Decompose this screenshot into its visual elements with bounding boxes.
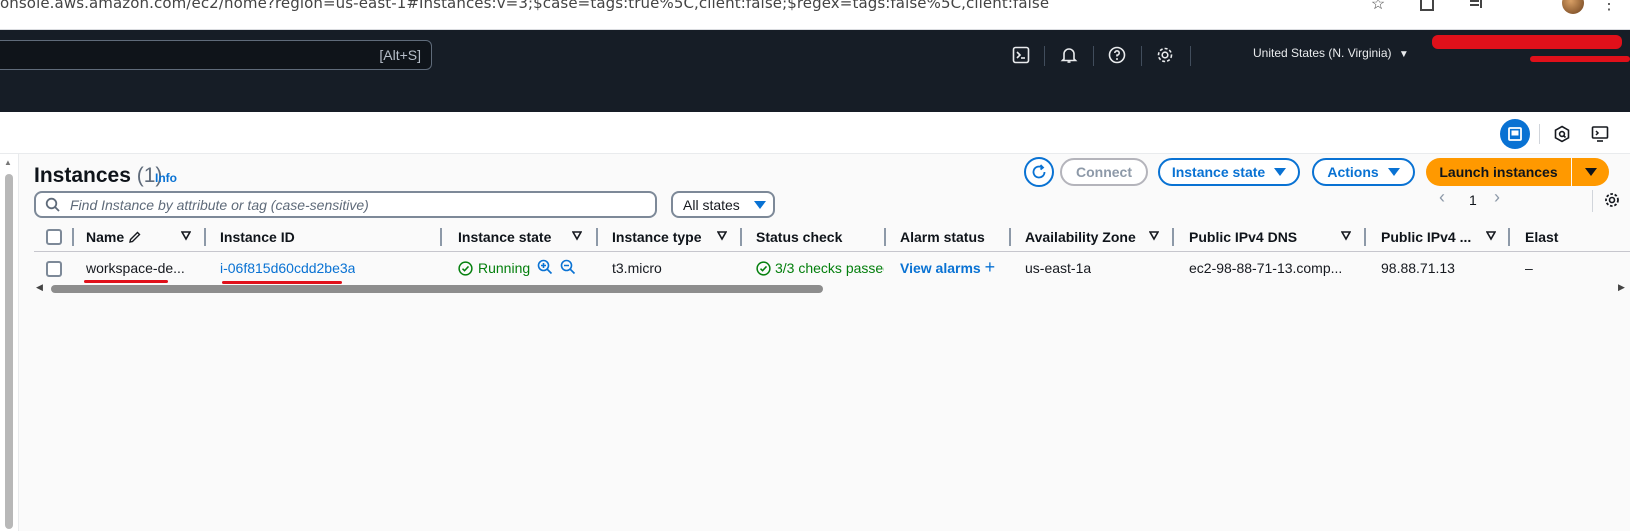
- connect-label: Connect: [1076, 164, 1132, 180]
- region-selector[interactable]: United States (N. Virginia) ▼: [1253, 46, 1409, 60]
- menu-dots-icon[interactable]: ⋮: [1598, 0, 1620, 14]
- instance-state-cell: Running: [458, 260, 530, 276]
- zoom-in-icon[interactable]: [537, 259, 553, 280]
- chevron-down-icon: [753, 200, 766, 209]
- select-all-checkbox[interactable]: [46, 229, 62, 245]
- instance-name[interactable]: workspace-de...: [86, 260, 196, 276]
- page-title-text: Instances: [34, 164, 131, 187]
- chevron-down-icon: [1387, 168, 1400, 176]
- column-header-instance-type[interactable]: Instance type: [612, 229, 701, 245]
- profile-avatar[interactable]: [1562, 0, 1584, 14]
- chevron-down-icon: [1584, 168, 1597, 176]
- search-shortcut-hint: [Alt+S]: [379, 47, 421, 63]
- availability-zone: us-east-1a: [1025, 260, 1092, 276]
- aws-top-nav: [Alt+S] United States (N. Virginia) ▼: [0, 30, 1630, 80]
- table-settings-icon[interactable]: [1604, 192, 1620, 213]
- actions-button[interactable]: Actions: [1312, 158, 1415, 186]
- zoom-out-icon[interactable]: [560, 259, 576, 280]
- browser-address-bar[interactable]: onsole.aws.amazon.com/ec2/home?region=us…: [0, 0, 1630, 30]
- elastic-ip: –: [1525, 260, 1533, 276]
- url-text[interactable]: onsole.aws.amazon.com/ec2/home?region=us…: [0, 0, 1049, 12]
- bell-icon[interactable]: [1057, 43, 1081, 67]
- plus-icon: +: [984, 260, 996, 276]
- scroll-left-arrow-icon[interactable]: ◀: [36, 282, 43, 293]
- search-placeholder: Find Instance by attribute or tag (case-…: [70, 197, 369, 213]
- view-alarms-label: View alarms: [900, 260, 981, 276]
- row-checkbox[interactable]: [46, 261, 62, 277]
- extensions-icon[interactable]: [1416, 0, 1438, 14]
- column-header-public-ipv4[interactable]: Public IPv4 ...: [1381, 229, 1471, 245]
- next-page-icon[interactable]: ›: [1494, 187, 1500, 208]
- service-subnav: [0, 80, 1630, 112]
- sort-icon[interactable]: [572, 231, 582, 241]
- table-horizontal-scrollbar[interactable]: ◀ ▶: [34, 282, 1630, 294]
- public-ipv4: 98.88.71.13: [1381, 260, 1455, 276]
- global-search-input[interactable]: [Alt+S]: [0, 40, 432, 70]
- column-name-label: Name: [86, 229, 125, 245]
- status-check-text: 3/3 checks passed: [775, 260, 884, 276]
- states-select-value: All states: [683, 196, 740, 213]
- chevron-down-icon: [1274, 168, 1287, 176]
- gear-icon[interactable]: [1153, 43, 1177, 67]
- split-panel-icon[interactable]: [1500, 119, 1530, 149]
- edit-pencil-icon[interactable]: [128, 229, 142, 245]
- status-check-cell: 3/3 checks passed: [756, 260, 884, 276]
- column-header-elastic-ip[interactable]: Elast: [1525, 229, 1585, 245]
- page-title: Instances (1): [34, 164, 162, 188]
- instance-state-label: Instance state: [1171, 164, 1266, 180]
- check-circle-icon: [756, 260, 771, 276]
- scroll-up-arrow-icon[interactable]: ▲: [4, 158, 12, 167]
- column-header-public-dns[interactable]: Public IPv4 DNS: [1189, 229, 1297, 245]
- check-circle-icon: [458, 260, 473, 276]
- states-select[interactable]: All states: [671, 191, 775, 218]
- help-icon[interactable]: [1105, 43, 1129, 67]
- region-label: United States (N. Virginia): [1253, 46, 1392, 60]
- instance-state-button[interactable]: Instance state: [1158, 158, 1300, 186]
- sort-icon[interactable]: [1341, 231, 1351, 241]
- account-redaction: [1432, 35, 1622, 49]
- instance-type: t3.micro: [612, 260, 662, 276]
- column-header-instance-id[interactable]: Instance ID: [220, 229, 295, 245]
- column-header-alarm-status[interactable]: Alarm status: [900, 229, 985, 245]
- actions-label: Actions: [1327, 164, 1379, 180]
- launch-label: Launch instances: [1439, 164, 1558, 180]
- console-toolbox-icon[interactable]: [1585, 119, 1615, 149]
- left-scrollbar[interactable]: ▲: [0, 154, 19, 531]
- media-icon[interactable]: [1466, 0, 1488, 14]
- star-icon[interactable]: ☆: [1367, 0, 1389, 14]
- sort-icon[interactable]: [1486, 231, 1496, 241]
- launch-instances-button[interactable]: Launch instances: [1426, 158, 1571, 186]
- connect-button[interactable]: Connect: [1060, 158, 1148, 186]
- page-number[interactable]: 1: [1469, 192, 1477, 208]
- refresh-button[interactable]: [1024, 157, 1054, 187]
- column-header-status-check[interactable]: Status check: [756, 229, 842, 245]
- tools-bar: [0, 112, 1630, 154]
- launch-dropdown-button[interactable]: [1572, 158, 1609, 186]
- instances-table: Name Instance ID Instance state Instance…: [34, 223, 1630, 303]
- sort-icon[interactable]: [181, 231, 191, 241]
- table-header: Name Instance ID Instance state Instance…: [34, 223, 1630, 252]
- search-icon: [45, 197, 61, 218]
- chevron-down-icon: ▼: [1398, 49, 1409, 60]
- sort-icon[interactable]: [717, 231, 727, 241]
- search-input[interactable]: Find Instance by attribute or tag (case-…: [34, 191, 657, 218]
- amazon-q-icon[interactable]: [1547, 119, 1577, 149]
- scroll-thumb[interactable]: [5, 174, 13, 529]
- instance-state-text: Running: [478, 260, 531, 276]
- view-alarms-link[interactable]: View alarms +: [900, 260, 995, 276]
- column-header-name[interactable]: Name: [86, 229, 142, 245]
- instance-id-link[interactable]: i-06f815d60cdd2be3a: [220, 260, 355, 276]
- column-header-instance-state[interactable]: Instance state: [458, 229, 551, 245]
- prev-page-icon[interactable]: ‹: [1439, 187, 1445, 208]
- scroll-right-arrow-icon[interactable]: ▶: [1618, 282, 1625, 293]
- info-link[interactable]: Info: [155, 171, 177, 185]
- sort-icon[interactable]: [1149, 231, 1159, 241]
- public-dns: ec2-98-88-71-13.comp...: [1189, 260, 1343, 276]
- cloudshell-icon[interactable]: [1009, 43, 1033, 67]
- instances-panel: Instances (1) Info Connect Instance stat…: [20, 154, 1630, 531]
- column-header-availability-zone[interactable]: Availability Zone: [1025, 229, 1136, 245]
- username-redaction: [1530, 56, 1630, 62]
- horizontal-scroll-thumb[interactable]: [51, 285, 823, 293]
- refresh-icon: [1032, 164, 1046, 179]
